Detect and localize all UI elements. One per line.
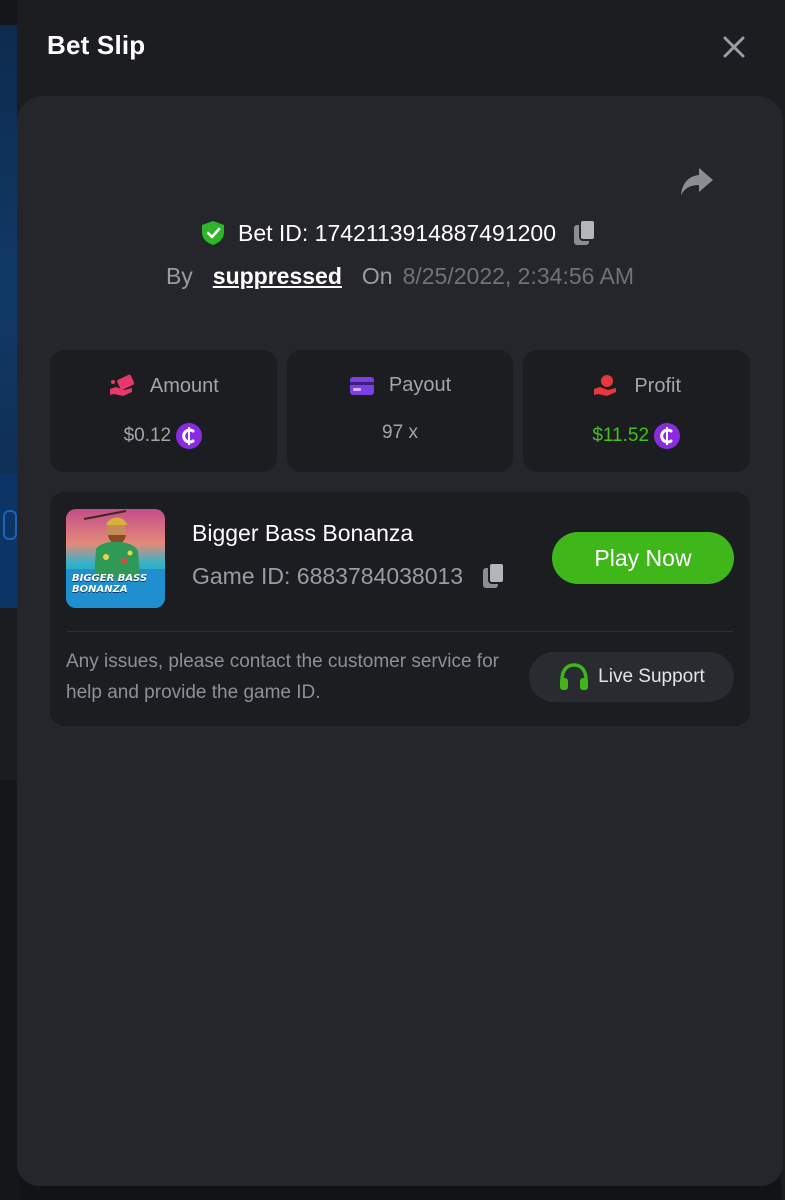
by-label: By bbox=[165, 262, 193, 289]
stat-label: Amount bbox=[149, 374, 219, 397]
bet-meta-row: By suppressed On 8/25/2022, 2:34:56 AM bbox=[17, 259, 783, 293]
stat-value: $0.12 bbox=[123, 425, 172, 446]
bet-id: Bet ID: 1742113914887491200 bbox=[237, 219, 557, 246]
bet-date: 8/25/2022, 2:34:56 AM bbox=[402, 262, 635, 289]
game-card: BIGGER BASS BONANZA Bigger Bass Bonanza … bbox=[50, 492, 750, 726]
game-id-row: Game ID: 6883784038013 bbox=[192, 562, 507, 590]
stat-profit: Profit $11.52 bbox=[523, 350, 751, 472]
stat-value: $11.52 bbox=[592, 425, 650, 446]
stat-payout: Payout 97 x bbox=[286, 350, 514, 472]
coin-icon bbox=[654, 423, 681, 449]
username-link[interactable]: suppressed bbox=[213, 263, 342, 290]
coin-icon bbox=[176, 423, 203, 449]
shield-check-icon bbox=[201, 221, 224, 245]
live-support-label: Live Support bbox=[598, 666, 705, 687]
bet-slip-modal: Bet Slip Bet ID: 1742113914887491200 By … bbox=[17, 0, 783, 1186]
card-icon bbox=[349, 376, 374, 395]
game-thumbnail[interactable]: BIGGER BASS BONANZA bbox=[66, 509, 165, 608]
thumbnail-title-line2: BONANZA bbox=[72, 584, 128, 595]
money-hand-icon bbox=[109, 374, 134, 396]
background-tile bbox=[3, 510, 17, 540]
copy-icon[interactable] bbox=[572, 219, 598, 247]
support-message: Any issues, please contact the customer … bbox=[66, 651, 499, 703]
divider bbox=[66, 631, 734, 632]
share-icon[interactable] bbox=[677, 164, 717, 198]
bet-id-row: Bet ID: 1742113914887491200 bbox=[17, 216, 783, 250]
game-name: Bigger Bass Bonanza bbox=[192, 520, 414, 546]
stat-amount: Amount $0.12 bbox=[50, 350, 277, 472]
game-id: Game ID: 6883784038013 bbox=[192, 562, 464, 589]
stat-value: 97 x bbox=[382, 422, 418, 443]
bet-details-panel: Bet ID: 1742113914887491200 By suppresse… bbox=[17, 96, 783, 1186]
close-icon[interactable] bbox=[721, 34, 747, 60]
profit-hand-icon bbox=[594, 375, 617, 396]
thumbnail-title-line1: BIGGER BASS bbox=[72, 573, 148, 584]
stat-label: Payout bbox=[388, 374, 452, 396]
live-support-button[interactable]: Live Support bbox=[529, 652, 734, 702]
copy-icon[interactable] bbox=[481, 562, 507, 590]
play-now-button[interactable]: Play Now bbox=[552, 532, 734, 584]
modal-title: Bet Slip bbox=[47, 30, 146, 60]
on-label: On bbox=[361, 262, 393, 289]
stat-label: Profit bbox=[634, 374, 682, 397]
bet-stats: Amount $0.12 Payout 97 x Profit $11.52 bbox=[50, 350, 751, 472]
headset-icon bbox=[560, 663, 589, 690]
